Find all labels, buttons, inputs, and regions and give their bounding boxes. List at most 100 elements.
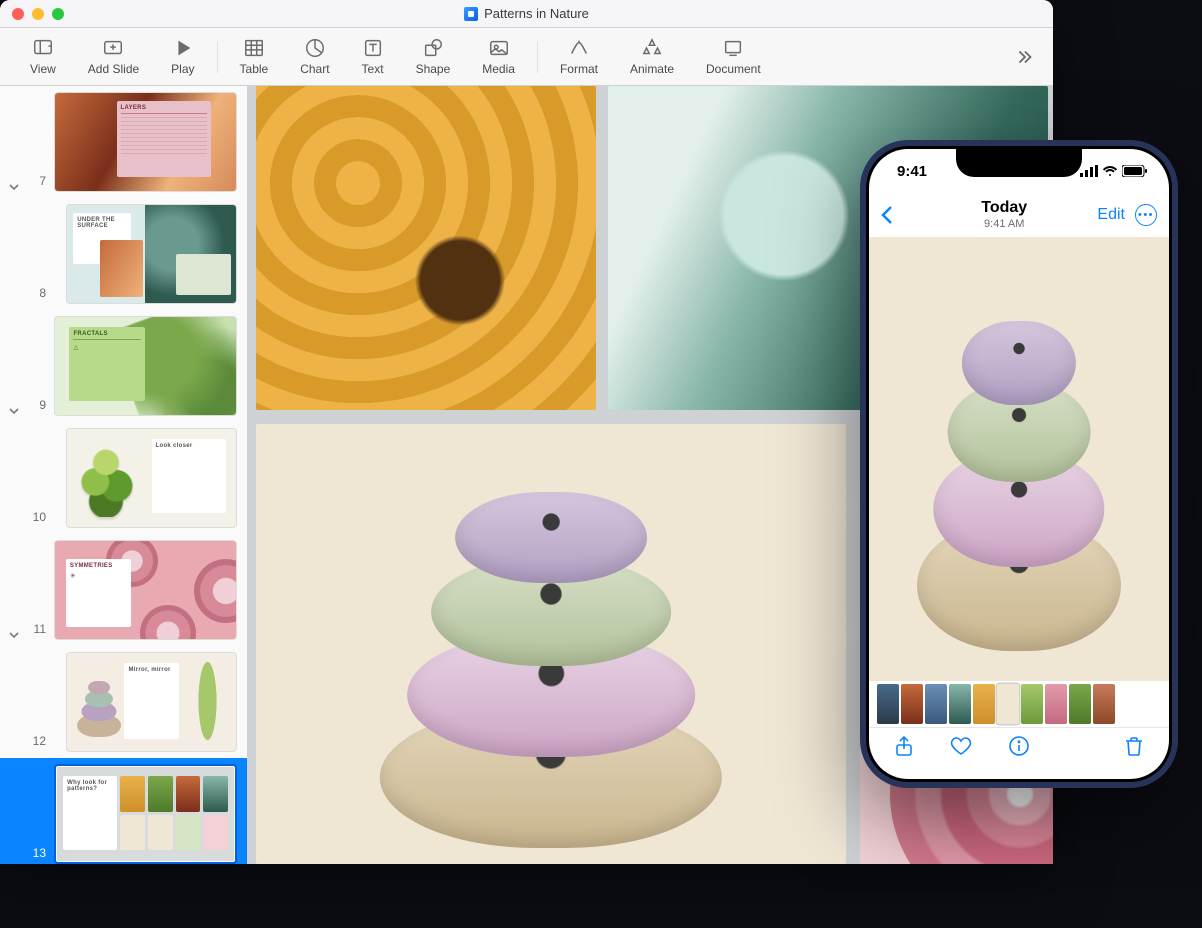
thumb-title: Mirror, mirror <box>128 667 174 673</box>
shape-label: Shape <box>416 62 451 76</box>
table-button[interactable]: Table <box>224 37 285 76</box>
format-label: Format <box>560 62 598 76</box>
filmstrip-thumb[interactable] <box>1045 684 1067 724</box>
toolbar-separator <box>217 41 218 73</box>
photo-viewer[interactable] <box>869 237 1169 681</box>
slide-navigator[interactable]: 7 LAYERS 8 Under the surface <box>0 86 248 864</box>
view-label: View <box>30 62 56 76</box>
slide-row[interactable]: 13 Why look for patterns? <box>0 758 247 864</box>
document-title: Patterns in Nature <box>484 6 589 21</box>
slide-number: 11 <box>30 622 46 640</box>
animate-icon <box>641 37 663 59</box>
status-indicators <box>1080 165 1147 177</box>
minimize-button[interactable] <box>32 8 44 20</box>
chevron-down-icon <box>9 630 19 640</box>
filmstrip-thumb[interactable] <box>1021 684 1043 724</box>
info-button[interactable] <box>1007 734 1031 763</box>
filmstrip-thumb[interactable] <box>877 684 899 724</box>
slide-number: 8 <box>30 286 46 304</box>
toolbar-separator <box>537 41 538 73</box>
heart-icon <box>949 734 973 758</box>
nav-title-area: Today 9:41 AM <box>915 199 1093 230</box>
slide-thumbnail[interactable]: Under the surface <box>66 204 237 304</box>
battery-icon <box>1122 165 1147 177</box>
filmstrip-thumb[interactable] <box>901 684 923 724</box>
shape-icon <box>422 37 444 59</box>
view-button[interactable]: View <box>14 37 72 76</box>
toolbar-overflow-button[interactable] <box>1009 46 1039 68</box>
slide-row[interactable]: 10 Look closer <box>0 422 247 534</box>
disclosure-toggle[interactable] <box>6 182 22 192</box>
document-icon <box>722 37 744 59</box>
filmstrip-thumb[interactable] <box>925 684 947 724</box>
chevron-down-icon <box>9 406 19 416</box>
thumb-title: FRACTALS <box>73 331 141 340</box>
slide-thumbnail[interactable]: Why look for patterns? <box>54 764 237 864</box>
toolbar: View Add Slide Play Table Chart Text Sha… <box>0 28 1053 86</box>
titlebar: Patterns in Nature <box>0 0 1053 28</box>
text-button[interactable]: Text <box>346 37 400 76</box>
nav-title: Today <box>915 199 1093 217</box>
favorite-button[interactable] <box>949 734 973 763</box>
slide-number: 12 <box>30 734 46 752</box>
add-slide-label: Add Slide <box>88 62 139 76</box>
window-controls <box>12 0 64 27</box>
slide-thumbnail[interactable]: LAYERS <box>54 92 237 192</box>
filmstrip-thumb[interactable] <box>973 684 995 724</box>
slide-row[interactable]: 8 Under the surface <box>0 198 247 310</box>
photos-toolbar <box>869 727 1169 779</box>
cellular-icon <box>1080 165 1098 177</box>
slide-row[interactable]: 7 LAYERS <box>0 86 247 198</box>
slide-thumbnail[interactable]: Look closer <box>66 428 237 528</box>
media-icon <box>488 37 510 59</box>
wifi-icon <box>1102 165 1118 177</box>
filmstrip-thumb[interactable] <box>1069 684 1091 724</box>
slide-number: 7 <box>30 174 46 192</box>
filmstrip[interactable] <box>869 681 1169 727</box>
chart-button[interactable]: Chart <box>284 37 345 76</box>
close-button[interactable] <box>12 8 24 20</box>
photos-app: 9:41 Today 9:41 AM Edit ••• <box>869 149 1169 779</box>
shape-button[interactable]: Shape <box>400 37 467 76</box>
slide-thumbnail[interactable]: Mirror, mirror <box>66 652 237 752</box>
more-button[interactable]: ••• <box>1135 204 1157 226</box>
format-button[interactable]: Format <box>544 37 614 76</box>
thumb-title: LAYERS <box>121 105 207 114</box>
slide-number: 10 <box>30 510 46 528</box>
filmstrip-thumb[interactable] <box>1093 684 1115 724</box>
share-button[interactable] <box>892 734 916 763</box>
slide-row[interactable]: 9 FRACTALS△ <box>0 310 247 422</box>
play-button[interactable]: Play <box>155 37 210 76</box>
back-button[interactable] <box>881 205 911 225</box>
add-slide-button[interactable]: Add Slide <box>72 37 155 76</box>
disclosure-toggle[interactable] <box>6 630 22 640</box>
share-icon <box>892 734 916 758</box>
slide-row[interactable]: 11 SYMMETRIES✳︎ <box>0 534 247 646</box>
format-icon <box>568 37 590 59</box>
filmstrip-thumb[interactable] <box>949 684 971 724</box>
filmstrip-thumb[interactable] <box>997 684 1019 724</box>
disclosure-toggle[interactable] <box>6 406 22 416</box>
slide-thumbnail[interactable]: SYMMETRIES✳︎ <box>54 540 237 640</box>
thumb-title: Under the surface <box>77 217 127 229</box>
status-time: 9:41 <box>897 163 927 180</box>
table-icon <box>243 37 265 59</box>
info-icon <box>1007 734 1031 758</box>
table-label: Table <box>240 62 269 76</box>
chevron-left-icon <box>881 205 893 225</box>
zoom-button[interactable] <box>52 8 64 20</box>
slide-row[interactable]: 12 Mirror, mirror <box>0 646 247 758</box>
animate-button[interactable]: Animate <box>614 37 690 76</box>
animate-label: Animate <box>630 62 674 76</box>
edit-button[interactable]: Edit <box>1097 206 1125 224</box>
slide-thumbnail[interactable]: FRACTALS△ <box>54 316 237 416</box>
canvas-image-honeycomb[interactable] <box>256 86 596 410</box>
chevron-down-icon <box>9 182 19 192</box>
canvas-image-urchins[interactable] <box>256 424 846 864</box>
document-button[interactable]: Document <box>690 37 777 76</box>
chart-label: Chart <box>300 62 329 76</box>
media-label: Media <box>482 62 515 76</box>
delete-button[interactable] <box>1122 734 1146 763</box>
trash-icon <box>1122 734 1146 758</box>
media-button[interactable]: Media <box>466 37 531 76</box>
